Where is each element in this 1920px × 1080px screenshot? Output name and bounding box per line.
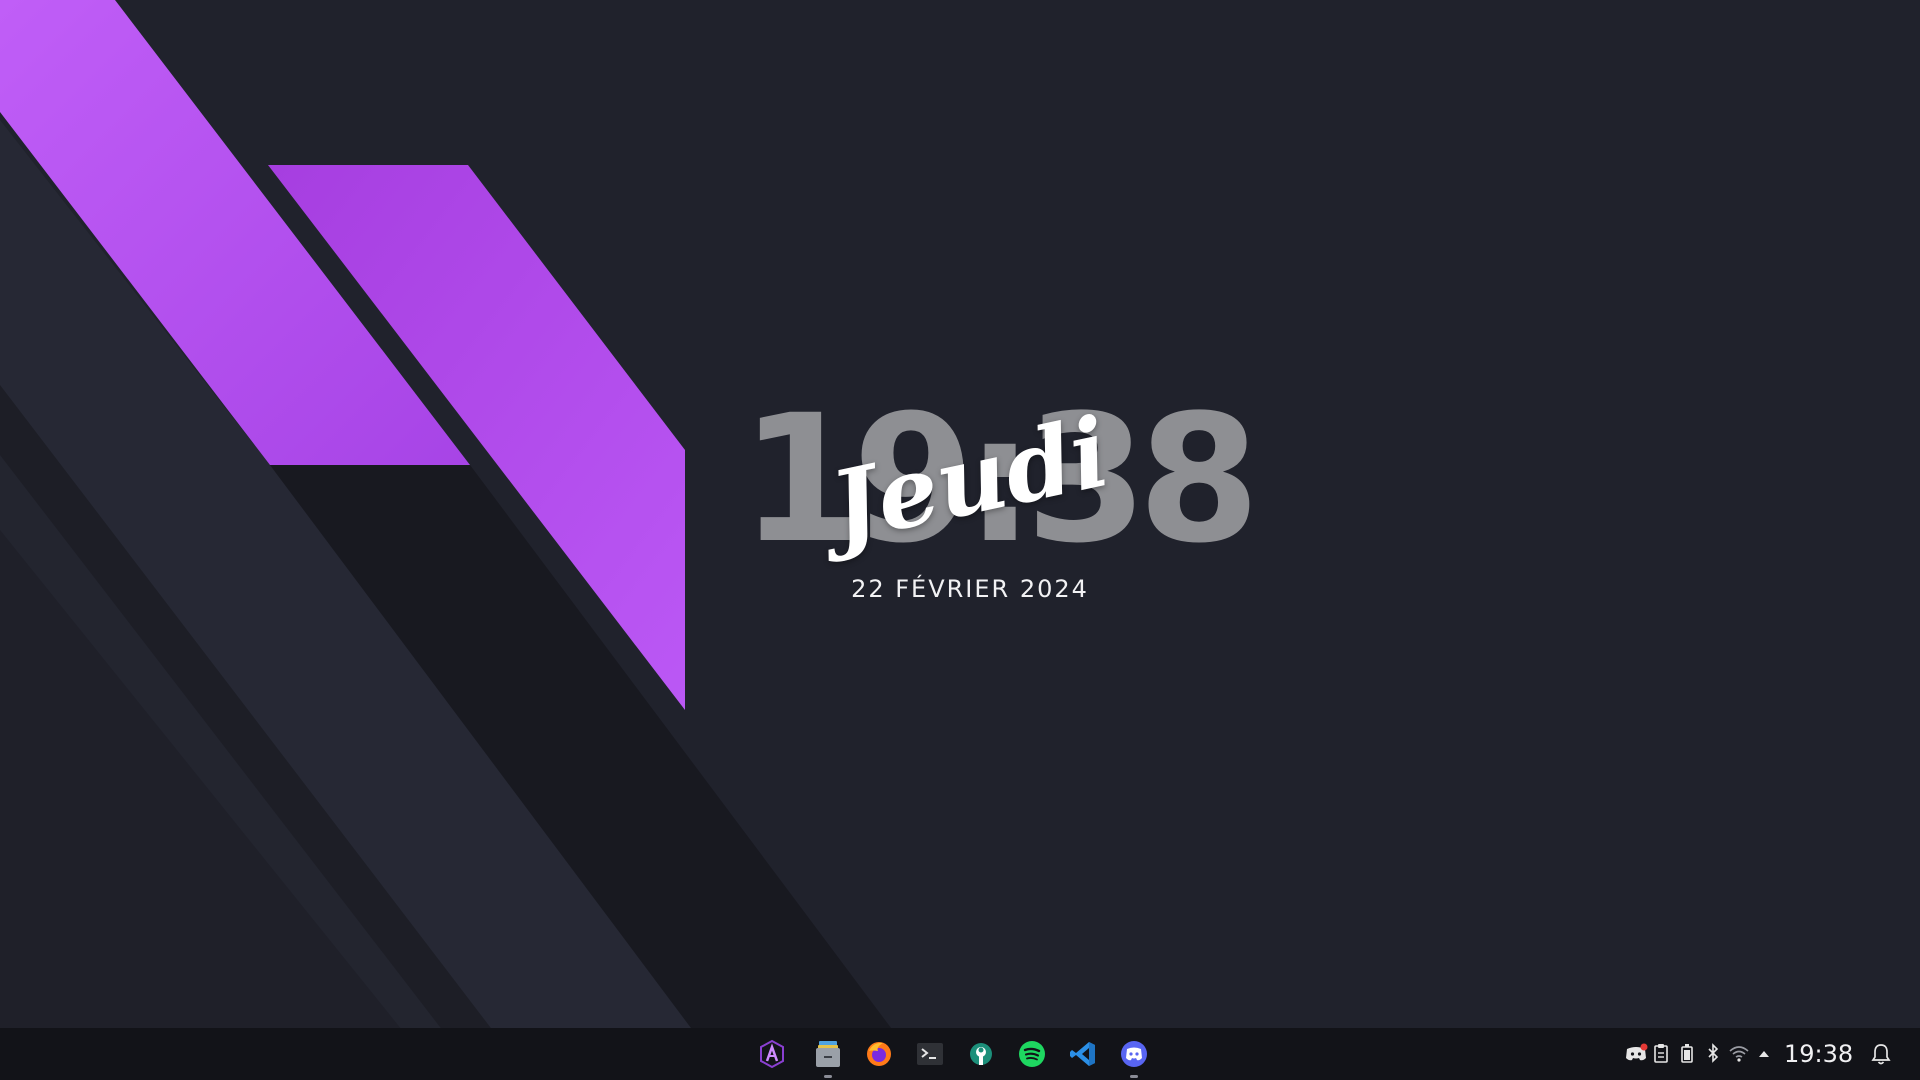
clipboard-icon[interactable] bbox=[1653, 1043, 1669, 1065]
firefox-icon bbox=[867, 1042, 891, 1066]
spotify-launcher-button[interactable] bbox=[1010, 1028, 1054, 1080]
wifi-icon[interactable] bbox=[1728, 1043, 1750, 1065]
terminal-launcher-button[interactable] bbox=[908, 1028, 952, 1080]
arcolinux-icon bbox=[760, 1039, 784, 1069]
taskbar: 19:38 bbox=[0, 1028, 1920, 1080]
discord-tray-icon[interactable] bbox=[1624, 1043, 1648, 1065]
firefox-launcher-button[interactable] bbox=[857, 1028, 901, 1080]
battery-icon[interactable] bbox=[1680, 1043, 1694, 1065]
running-indicator bbox=[824, 1075, 832, 1078]
expand-arrow-icon[interactable] bbox=[1757, 1043, 1771, 1065]
wrench-icon bbox=[970, 1043, 992, 1065]
discord-icon bbox=[1121, 1041, 1147, 1067]
clock-widget: 19:38 Jeudi 22 FÉVRIER 2024 bbox=[740, 392, 1260, 615]
clock-date: 22 FÉVRIER 2024 bbox=[851, 575, 1089, 603]
file-manager-button[interactable] bbox=[806, 1028, 850, 1080]
taskbar-clock[interactable]: 19:38 bbox=[1784, 1038, 1854, 1070]
vscode-icon bbox=[1070, 1042, 1095, 1066]
running-indicator bbox=[1130, 1075, 1138, 1078]
bell-icon[interactable] bbox=[1870, 1042, 1892, 1066]
discord-launcher-button[interactable] bbox=[1112, 1028, 1156, 1080]
arcolinux-launcher-button[interactable] bbox=[750, 1028, 794, 1080]
system-tool-launcher-button[interactable] bbox=[959, 1028, 1003, 1080]
vscode-launcher-button[interactable] bbox=[1061, 1028, 1105, 1080]
bluetooth-icon[interactable] bbox=[1705, 1043, 1721, 1065]
spotify-icon bbox=[1019, 1041, 1045, 1067]
folder-icon bbox=[816, 1041, 840, 1067]
terminal-icon bbox=[917, 1043, 943, 1065]
